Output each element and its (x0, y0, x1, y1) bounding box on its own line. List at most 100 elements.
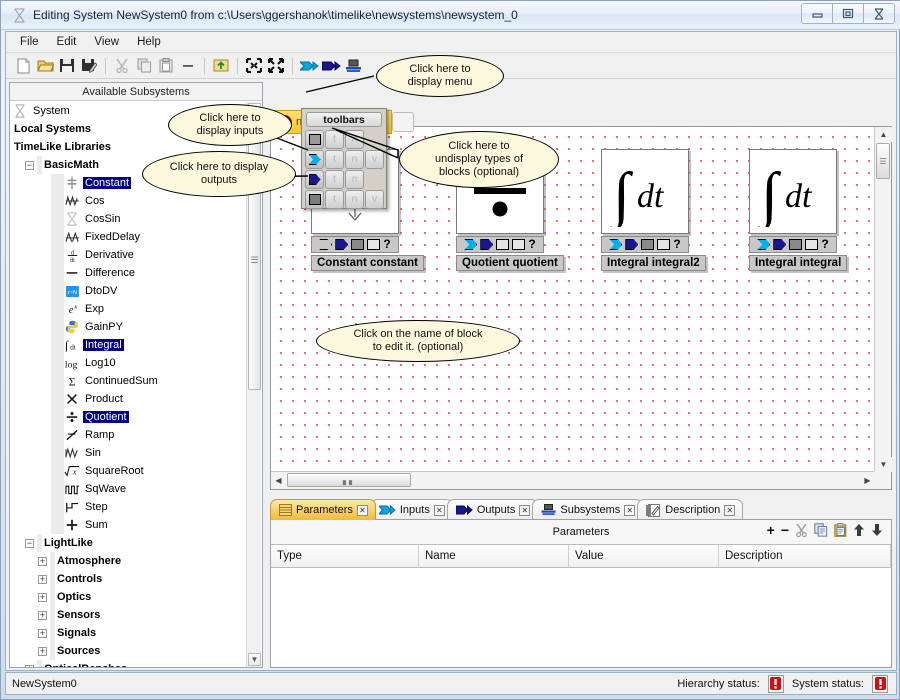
save-icon[interactable] (56, 55, 78, 77)
canvas-block[interactable]: ∫ dt? Integral integral2 (601, 149, 706, 271)
open-folder-icon[interactable] (34, 55, 56, 77)
tree-item-sin[interactable]: Sin (10, 444, 262, 462)
tab-close-icon[interactable]: ✕ (519, 504, 531, 516)
block-port-cyan-icon[interactable] (464, 239, 478, 250)
toolbars-cell-1-3[interactable]: v (365, 150, 384, 169)
tree-item-sources[interactable]: + Sources (10, 642, 262, 660)
tree-expand-toggle[interactable]: + (38, 556, 47, 566)
tree-collapse-toggle[interactable]: − (25, 160, 34, 170)
block-port-gray-icon[interactable] (789, 239, 803, 250)
tree-item-difference[interactable]: Difference (10, 264, 262, 282)
column-header-type[interactable]: Type (271, 545, 419, 568)
move-down-button[interactable] (871, 523, 883, 537)
column-header-name[interactable]: Name (419, 545, 569, 568)
expand-all-icon[interactable] (265, 55, 287, 77)
block-help-icon[interactable]: ? (383, 238, 390, 250)
subsystems-icon[interactable] (342, 55, 364, 77)
tree-item-derivative[interactable]: d dt Derivative (10, 246, 262, 264)
tab-outputs[interactable]: Outputs ✕ (446, 499, 539, 520)
tree-expand-toggle[interactable]: + (38, 646, 47, 656)
tab-inputs[interactable]: Inputs ✕ (369, 499, 453, 520)
tree-item-continuedsum[interactable]: Σ ContinuedSum (10, 372, 262, 390)
paste-button[interactable] (834, 523, 847, 537)
block-port-lite-icon[interactable] (496, 239, 510, 250)
toolbars-cell-3-0[interactable] (305, 190, 324, 209)
tree-item-step[interactable]: Step (10, 498, 262, 516)
toolbars-popup-grid[interactable]: tntnvtntnv (302, 129, 386, 210)
toolbars-popup-panel[interactable]: toolbars tntnvtntnv (301, 108, 387, 209)
block-name-label[interactable]: Quotient quotient (456, 255, 564, 271)
block-port-navy-icon[interactable] (335, 239, 349, 250)
minimize-button[interactable] (801, 3, 833, 24)
inputs-icon[interactable] (298, 55, 320, 77)
tree-expand-toggle[interactable]: + (38, 610, 47, 620)
restore-button[interactable] (832, 3, 864, 24)
block-port-navy-icon[interactable] (625, 239, 639, 250)
tree-item-signals[interactable]: + Signals (10, 624, 262, 642)
add-parameter-button[interactable]: + (767, 523, 775, 537)
tab-close-icon[interactable]: ✕ (356, 504, 368, 516)
warning-side-button[interactable] (392, 112, 414, 132)
block-glyph-integral-icon[interactable]: ∫ dt (601, 149, 689, 234)
block-help-icon[interactable]: ? (821, 238, 828, 250)
tab-subsystems[interactable]: Subsystems ✕ (532, 499, 644, 520)
block-port-cyan-icon[interactable] (609, 239, 623, 250)
outputs-icon[interactable] (320, 55, 342, 77)
toolbars-cell-3-1[interactable]: t (325, 190, 344, 209)
new-icon[interactable] (12, 55, 34, 77)
block-port-lite-icon[interactable] (367, 239, 381, 250)
block-port-lite-icon[interactable] (512, 239, 526, 250)
tree-item-atmosphere[interactable]: + Atmosphere (10, 552, 262, 570)
tab-close-icon[interactable]: ✕ (624, 504, 636, 516)
canvas-hscroll-thumb[interactable]: ▖▖ (287, 473, 411, 487)
bottom-tab-strip[interactable]: Parameters ✕ Inputs ✕ Outputs ✕ Subsystems ✕ Des… (270, 498, 892, 520)
block-port-navy-icon[interactable] (480, 239, 494, 250)
canvas-vertical-scrollbar[interactable]: ▲ ☰ ▼ (874, 127, 892, 472)
canvas-scroll-right-button[interactable]: ▶ (860, 472, 875, 489)
tree-item-fixeddelay[interactable]: FixedDelay (10, 228, 262, 246)
tree-item-opticalbenches[interactable]: + OpticalBenches (10, 660, 262, 667)
tree-item-squareroot[interactable]: x SquareRoot (10, 462, 262, 480)
tree-expand-toggle[interactable]: + (38, 592, 47, 602)
copy-button[interactable] (814, 523, 828, 537)
block-name-label[interactable]: Constant constant (311, 255, 424, 271)
tree-scroll-down-button[interactable]: ▼ (248, 653, 261, 666)
collapse-all-icon[interactable] (243, 55, 265, 77)
tree-item-log10[interactable]: log Log10 (10, 354, 262, 372)
tree-item-controls[interactable]: + Controls (10, 570, 262, 588)
tab-close-icon[interactable]: ✕ (724, 504, 736, 516)
canvas-block[interactable]: ∫ dt? Integral integral (749, 149, 848, 271)
toolbars-cell-2-0[interactable] (305, 170, 324, 189)
tree-expand-toggle[interactable]: + (38, 574, 47, 584)
block-name-label[interactable]: Integral integral (749, 255, 848, 271)
tree-item-sum[interactable]: Sum (10, 516, 262, 534)
block-port-gray-icon[interactable] (351, 239, 365, 250)
block-help-icon[interactable]: ? (673, 238, 680, 250)
canvas-scroll-left-button[interactable]: ◀ (271, 472, 286, 489)
tree-collapse-toggle[interactable]: − (25, 538, 34, 548)
toolbars-cell-0-0[interactable] (305, 130, 324, 149)
tree-item-product[interactable]: Product (10, 390, 262, 408)
menu-item-view[interactable]: View (86, 34, 127, 50)
toolbars-cell-1-2[interactable]: n (345, 150, 364, 169)
export-icon[interactable] (210, 55, 232, 77)
tree-item-ramp[interactable]: Ramp (10, 426, 262, 444)
cut-icon[interactable] (111, 55, 133, 77)
block-port-lite-icon[interactable] (805, 239, 819, 250)
tree-item-sensors[interactable]: + Sensors (10, 606, 262, 624)
copy-icon[interactable] (133, 55, 155, 77)
block-glyph-integral-icon[interactable]: ∫ dt (749, 149, 837, 234)
block-name-label[interactable]: Integral integral2 (601, 255, 706, 271)
toolbars-cell-2-2[interactable]: n (345, 170, 364, 189)
paste-icon[interactable] (155, 55, 177, 77)
move-up-button[interactable] (853, 523, 865, 537)
column-header-description[interactable]: Description (719, 545, 891, 568)
tree-expand-toggle[interactable]: + (25, 664, 34, 667)
canvas-scroll-down-button[interactable]: ▼ (875, 457, 892, 472)
tree-item-sqwave[interactable]: SqWave (10, 480, 262, 498)
toolbars-cell-0-1[interactable]: t (325, 130, 344, 149)
close-button[interactable] (863, 3, 895, 24)
canvas-vscroll-thumb[interactable]: ☰ (876, 143, 890, 179)
block-port-strip[interactable]: ? (749, 236, 837, 253)
tab-close-icon[interactable]: ✕ (433, 504, 445, 516)
